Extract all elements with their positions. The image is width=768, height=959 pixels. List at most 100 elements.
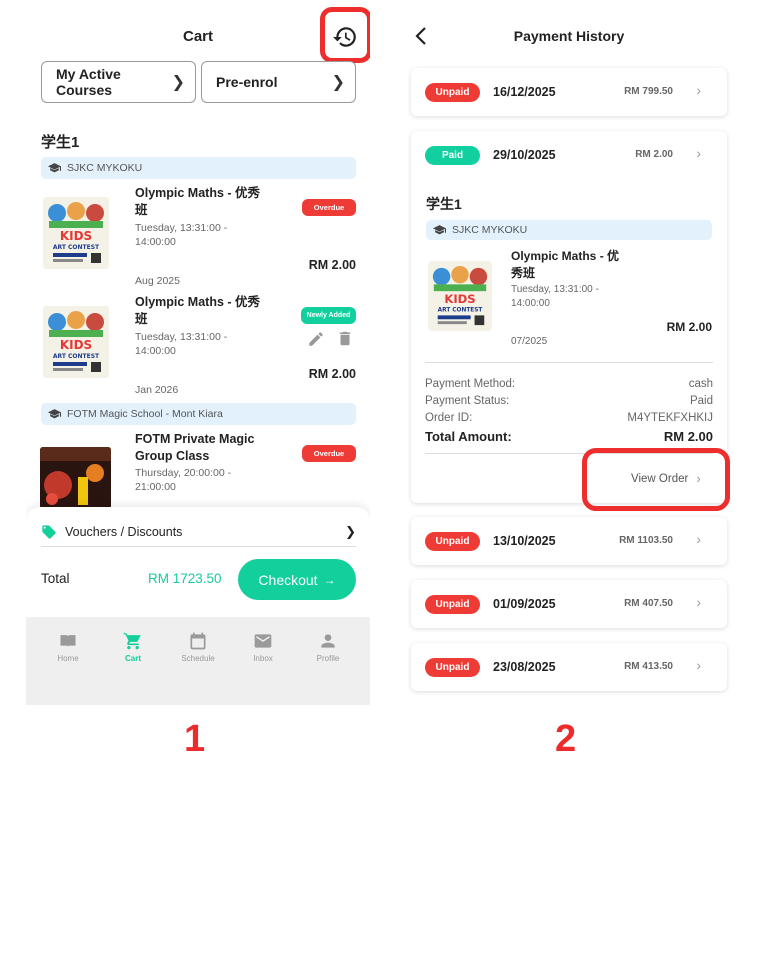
student-name: 学生1 — [41, 134, 80, 151]
payment-row[interactable]: Unpaid 23/08/2025 RM 413.50 › — [411, 643, 727, 691]
cart-screen: Cart My Active Courses ❯ Pre-enrol ❯ 学生1… — [26, 0, 370, 705]
course-price: RM 2.00 — [666, 320, 712, 334]
course-time: Tuesday, 13:31:00 - 14:00:00 — [135, 331, 228, 357]
arrow-right-icon: → — [323, 572, 336, 587]
checkout-label: Checkout — [258, 571, 318, 588]
tab-label: Home — [57, 654, 79, 663]
poster-title-text: KIDS — [444, 292, 475, 306]
tag-icon — [42, 524, 56, 539]
payment-method-label: Payment Method: — [425, 378, 516, 390]
course-poster-image: KIDS ART CONTEST — [43, 197, 109, 269]
vouchers-row[interactable]: Vouchers / Discounts ❯ — [41, 517, 356, 547]
highlight-box — [582, 448, 730, 511]
unpaid-badge: Unpaid — [425, 595, 480, 614]
payment-date: 16/12/2025 — [493, 85, 556, 99]
newly-added-badge: Newly Added — [301, 307, 356, 324]
trash-icon[interactable] — [336, 329, 354, 348]
chevron-right-icon: ❯ — [345, 523, 356, 539]
poster-subtitle-text: ART CONTEST — [53, 353, 100, 360]
tab-label: Inbox — [253, 654, 273, 663]
my-active-courses-label: My Active Courses — [56, 66, 121, 98]
tab-home[interactable]: Home — [38, 631, 98, 663]
tab-cart[interactable]: Cart — [103, 631, 163, 663]
tab-schedule[interactable]: Schedule — [168, 631, 228, 663]
payment-amount: RM 407.50 — [624, 598, 673, 609]
course-title: Olympic Maths - 优秀 班 — [135, 295, 261, 326]
payment-row[interactable]: Unpaid 01/09/2025 RM 407.50 › — [411, 580, 727, 628]
step-number: 1 — [184, 718, 206, 760]
school-bar: FOTM Magic School - Mont Kiara — [41, 403, 356, 425]
payment-date: 23/08/2025 — [493, 660, 556, 674]
vouchers-label: Vouchers / Discounts — [65, 524, 183, 539]
payment-amount: RM 2.00 — [635, 149, 673, 160]
payment-row[interactable]: Unpaid 13/10/2025 RM 1103.50 › — [411, 517, 727, 565]
pre-enrol-label: Pre-enrol — [216, 74, 278, 90]
school-bar: SJKC MYKOKU — [426, 220, 712, 240]
payment-status-value: Paid — [689, 395, 713, 407]
total-amount-label: Total Amount: — [425, 429, 512, 444]
poster-subtitle-text: ART CONTEST — [53, 244, 100, 251]
total-label: Total — [41, 571, 70, 586]
overdue-badge: Overdue — [302, 445, 356, 462]
course-price: RM 2.00 — [308, 367, 356, 381]
chevron-right-icon: ❯ — [171, 74, 185, 91]
course-time: Tuesday, 13:31:00 - 14:00:00 — [511, 284, 599, 309]
total-value: RM 1723.50 — [148, 571, 222, 586]
course-time: Tuesday, 13:31:00 - 14:00:00 — [135, 222, 228, 248]
school-name: FOTM Magic School - Mont Kiara — [67, 408, 223, 420]
course-title: Olympic Maths - 优 秀班 — [511, 249, 620, 280]
my-active-courses-button[interactable]: My Active Courses ❯ — [41, 61, 196, 103]
course-poster-image: KIDS ART CONTEST — [428, 261, 492, 331]
chevron-right-icon: › — [696, 531, 701, 547]
paid-badge: Paid — [425, 146, 480, 165]
payment-amount: RM 1103.50 — [619, 535, 673, 546]
mail-icon — [254, 634, 272, 648]
unpaid-badge: Unpaid — [425, 532, 480, 551]
tab-profile[interactable]: Profile — [298, 631, 358, 663]
course-month: 07/2025 — [511, 336, 548, 347]
person-icon — [321, 634, 335, 648]
book-icon — [60, 635, 76, 647]
overdue-badge: Overdue — [302, 199, 356, 216]
graduation-cap-icon — [48, 163, 61, 173]
total-amount-value: RM 2.00 — [663, 429, 713, 444]
unpaid-badge: Unpaid — [425, 658, 480, 677]
page-title: Cart — [182, 28, 213, 45]
poster-title-text: KIDS — [60, 338, 92, 352]
payment-date: 01/09/2025 — [493, 597, 556, 611]
step-number: 2 — [555, 718, 577, 760]
page-title: Payment History — [513, 28, 625, 44]
tab-inbox[interactable]: Inbox — [233, 631, 293, 663]
divider — [425, 362, 713, 363]
cart-icon — [123, 632, 141, 650]
checkout-button[interactable]: Checkout → — [238, 559, 356, 600]
graduation-cap-icon — [433, 225, 446, 235]
chevron-right-icon: › — [696, 82, 701, 98]
payment-status-label: Payment Status: — [425, 395, 510, 407]
tab-label: Schedule — [181, 654, 215, 663]
order-id-value: M4YTEKFXHKIJ — [627, 412, 713, 424]
course-poster-image — [40, 447, 111, 509]
chevron-right-icon: › — [696, 594, 701, 610]
course-time: Thursday, 20:00:00 - 21:00:00 — [135, 467, 232, 493]
payment-row[interactable]: Unpaid 16/12/2025 RM 799.50 › — [411, 68, 727, 116]
payment-date: 13/10/2025 — [493, 534, 556, 548]
course-month: Jan 2026 — [135, 384, 179, 396]
chevron-right-icon: ❯ — [331, 74, 345, 91]
calendar-icon — [190, 632, 206, 650]
order-id-label: Order ID: — [425, 412, 473, 424]
unpaid-badge: Unpaid — [425, 83, 480, 102]
payment-date: 29/10/2025 — [493, 148, 556, 162]
school-name: SJKC MYKOKU — [452, 224, 528, 236]
chevron-right-icon[interactable]: › — [696, 145, 701, 161]
course-price: RM 2.00 — [308, 258, 356, 272]
payment-amount: RM 413.50 — [624, 661, 673, 672]
graduation-cap-icon — [48, 409, 61, 419]
course-title: Olympic Maths - 优秀 班 — [135, 186, 261, 217]
payment-method-value: cash — [688, 378, 713, 390]
edit-icon[interactable] — [307, 330, 325, 348]
poster-subtitle-text: ART CONTEST — [438, 308, 483, 314]
pre-enrol-button[interactable]: Pre-enrol ❯ — [201, 61, 356, 103]
course-poster-image: KIDS ART CONTEST — [43, 306, 109, 378]
history-icon[interactable] — [332, 24, 358, 50]
